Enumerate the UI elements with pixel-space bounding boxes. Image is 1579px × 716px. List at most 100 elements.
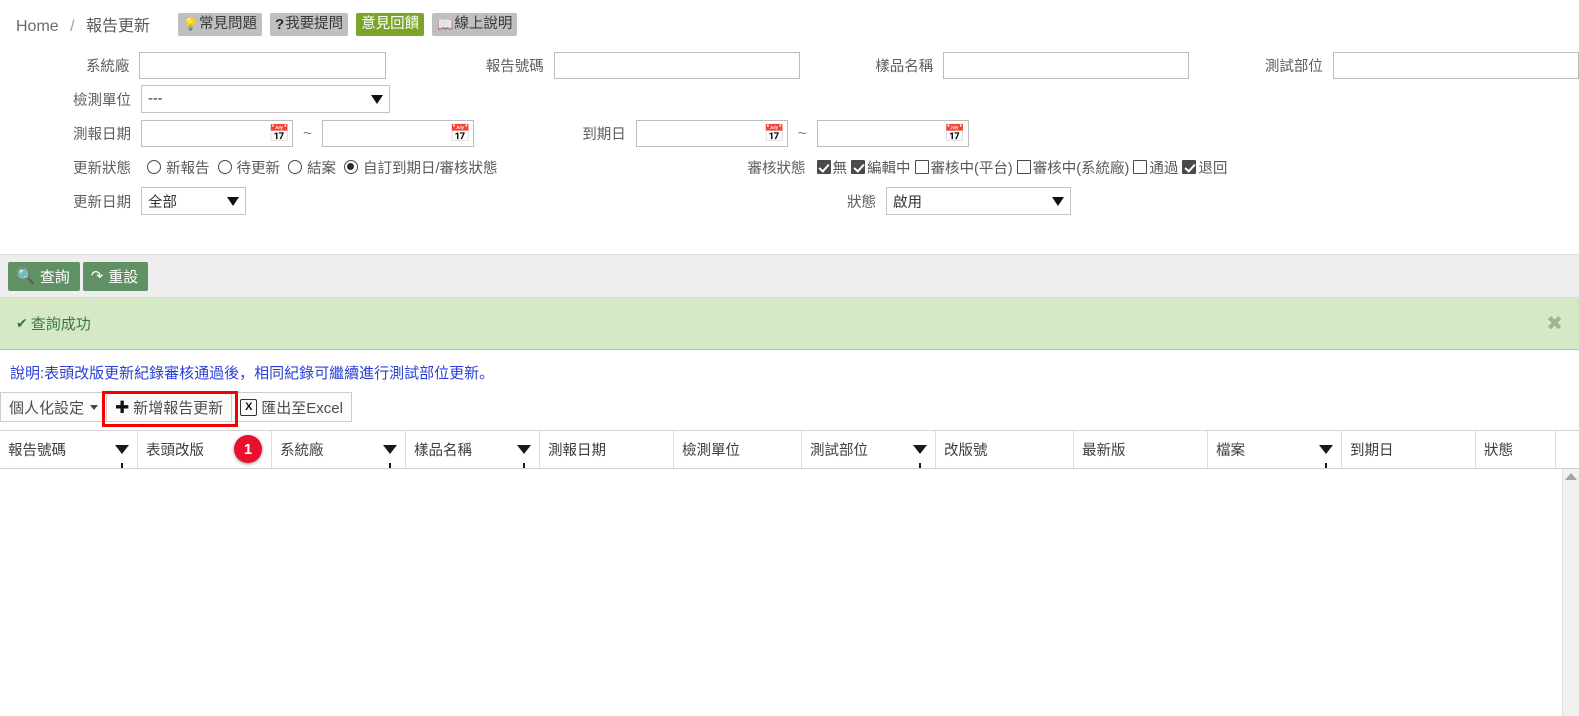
update-status-radio-pending-update-label: 待更新 [236, 160, 281, 177]
export-excel-button[interactable]: X 匯出至Excel [231, 392, 352, 422]
report-date-from-input[interactable]: 📅 [141, 119, 293, 147]
form-row-1: 系統廠 報告號碼 樣品名稱 測試部位 [0, 48, 1579, 82]
chevron-down-icon [1052, 196, 1064, 206]
book-icon: 📖 [437, 16, 454, 32]
sample-name-input[interactable] [943, 51, 1190, 79]
add-report-update-button[interactable]: ✚ 新增報告更新 [106, 392, 233, 422]
update-status-radio-new-report-label: 新報告 [166, 160, 210, 177]
calendar-icon[interactable]: 📅 [269, 125, 290, 142]
test-unit-label: 檢測單位 [73, 92, 131, 109]
column-header-system-factory[interactable]: 系統廠 [272, 431, 406, 468]
column-header-test-unit[interactable]: 檢測單位 [674, 431, 802, 468]
report-date-label: 測報日期 [73, 126, 131, 143]
update-status-radio-closed[interactable]: 結案 [288, 157, 336, 178]
reset-button[interactable]: ↷ 重設 [82, 261, 149, 291]
note-text: 說明:表頭改版更新紀錄審核通過後，相同紀錄可繼續進行測試部位更新。 [10, 365, 495, 382]
calendar-icon[interactable]: 📅 [764, 125, 785, 142]
calendar-icon[interactable]: 📅 [944, 125, 965, 142]
grid-vertical-scrollbar[interactable] [1562, 469, 1579, 716]
radio-circle-icon [217, 160, 232, 174]
update-status-radio-custom[interactable]: 自訂到期日/審核狀態 [344, 157, 498, 178]
column-header-sample-name[interactable]: 樣品名稱 [406, 431, 540, 468]
review-status-checkbox-returned[interactable]: 退回 [1182, 157, 1227, 178]
search-button-label: 查詢 [39, 268, 70, 286]
review-status-checkbox-review-factory-label: 審核中(系統廠) [1032, 160, 1130, 177]
column-header-header-revision-label: 表頭改版 [146, 443, 204, 459]
update-date-select[interactable]: 全部 [141, 187, 246, 215]
add-report-update-label: 新增報告更新 [133, 399, 224, 417]
annotation-step-badge: 1 [234, 435, 262, 463]
update-status-radio-closed-label: 結案 [307, 160, 336, 177]
breadcrumb-home[interactable]: Home [16, 18, 59, 35]
review-status-label: 審核狀態 [747, 160, 806, 177]
column-header-latest-version[interactable]: 最新版 [1074, 431, 1208, 468]
lightbulb-icon: 💡 [183, 17, 199, 31]
filter-icon[interactable] [115, 445, 129, 468]
expiry-date-to-input[interactable]: 📅 [816, 119, 969, 147]
success-alert: ✔ 查詢成功 ✖ [0, 298, 1579, 350]
faq-button[interactable]: 💡 常見問題 [178, 12, 263, 36]
feedback-button[interactable]: 意見回饋 [356, 12, 425, 36]
help-button-group: 💡 常見問題 ? 我要提問 意見回饋 📖 線上說明 [178, 12, 518, 36]
column-header-test-part[interactable]: 測試部位 [802, 431, 936, 468]
review-status-checkbox-editing-label: 編輯中 [867, 160, 911, 177]
column-header-state[interactable]: 狀態 [1476, 431, 1556, 468]
column-header-file-label: 檔案 [1216, 443, 1245, 459]
reset-button-label: 重設 [108, 268, 139, 286]
review-status-checkbox-none-label: 無 [832, 160, 848, 177]
column-header-report-no[interactable]: 報告號碼 [0, 431, 138, 468]
data-grid: 報告號碼 表頭改版 系統廠 樣品名稱 測報日期 檢測單位 測試部位 改版號 最新… [0, 430, 1579, 716]
form-row-3: 測報日期 📅 ~ 📅 到期日 📅 ~ 📅 [0, 116, 1579, 150]
scroll-up-arrow-icon[interactable] [1565, 473, 1577, 480]
column-header-test-part-label: 測試部位 [810, 443, 868, 459]
personalize-settings-label: 個人化設定 [9, 399, 85, 417]
filter-icon[interactable] [517, 445, 531, 468]
column-header-revision-no[interactable]: 改版號 [936, 431, 1074, 468]
column-header-report-no-label: 報告號碼 [8, 443, 66, 459]
system-factory-input[interactable] [139, 51, 386, 79]
filter-icon[interactable] [913, 445, 927, 468]
report-date-to-input[interactable]: 📅 [321, 119, 474, 147]
calendar-icon[interactable]: 📅 [450, 125, 471, 142]
column-header-revision-no-label: 改版號 [944, 443, 988, 459]
question-mark-icon: ? [275, 15, 285, 33]
report-no-input[interactable] [553, 51, 800, 79]
faq-button-label: 常見問題 [199, 15, 258, 32]
review-status-checkbox-review-factory[interactable]: 審核中(系統廠) [1016, 157, 1130, 178]
review-status-checkbox-none[interactable]: 無 [816, 157, 848, 178]
close-icon[interactable]: ✖ [1546, 314, 1563, 334]
online-help-button-label: 線上說明 [454, 15, 513, 32]
test-unit-select-value: --- [148, 91, 163, 107]
checkbox-checked-icon [1182, 160, 1197, 174]
test-unit-select[interactable]: --- [141, 85, 390, 113]
ask-question-button[interactable]: ? 我要提問 [270, 12, 349, 36]
review-status-checkbox-editing[interactable]: 編輯中 [851, 157, 911, 178]
update-status-radio-new-report[interactable]: 新報告 [147, 157, 210, 178]
report-date-tilde: ~ [303, 124, 312, 142]
column-header-file[interactable]: 檔案 [1208, 431, 1342, 468]
test-part-input[interactable] [1332, 51, 1579, 79]
update-status-radio-custom-label: 自訂到期日/審核狀態 [363, 160, 498, 177]
filter-icon[interactable] [383, 445, 397, 468]
checkbox-icon [914, 160, 929, 174]
expiry-date-from-input[interactable]: 📅 [635, 119, 788, 147]
column-header-expiry-date[interactable]: 到期日 [1342, 431, 1476, 468]
review-status-checkbox-passed[interactable]: 通過 [1133, 157, 1178, 178]
online-help-button[interactable]: 📖 線上說明 [432, 12, 518, 36]
review-status-checkbox-passed-label: 通過 [1149, 160, 1179, 177]
state-select[interactable]: 啟用 [886, 187, 1071, 215]
breadcrumb-separator: / [70, 18, 75, 35]
filter-icon[interactable] [1319, 445, 1333, 468]
test-part-label: 測試部位 [1264, 58, 1323, 75]
search-button[interactable]: 🔍 查詢 [8, 261, 80, 291]
checkbox-checked-icon [851, 160, 866, 174]
review-status-checkbox-review-platform[interactable]: 審核中(平台) [914, 157, 1013, 178]
plus-icon: ✚ [115, 397, 130, 417]
chevron-down-icon [371, 94, 383, 104]
expiry-date-label: 到期日 [582, 126, 626, 143]
personalize-settings-button[interactable]: 個人化設定 [0, 392, 108, 422]
column-header-report-date[interactable]: 測報日期 [540, 431, 674, 468]
column-header-latest-version-label: 最新版 [1082, 443, 1126, 459]
update-status-radio-pending-update[interactable]: 待更新 [217, 157, 281, 178]
checkbox-checked-icon [816, 160, 831, 174]
